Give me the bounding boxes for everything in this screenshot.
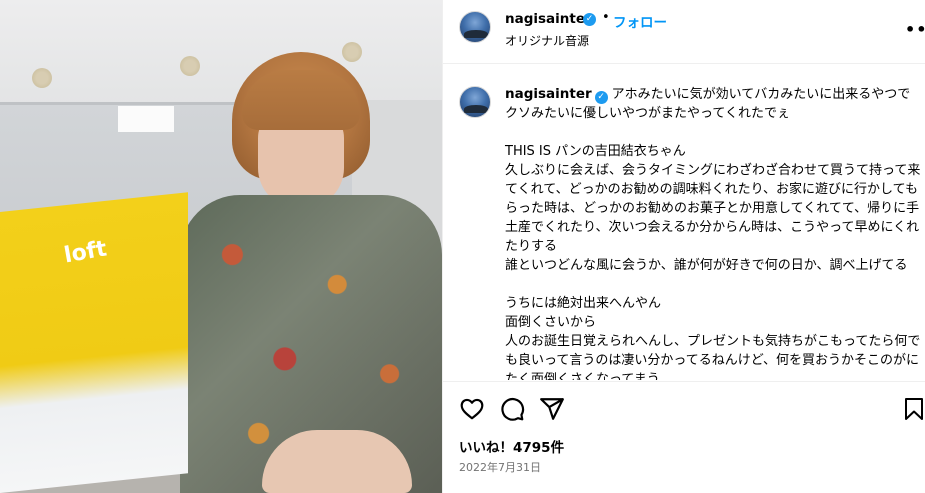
post-media[interactable]: loft [0,0,442,493]
caption-area[interactable]: nagisainter ✓ アホみたいに気が効いてバカみたいに出来るやつでクソみたい… [443,65,925,380]
comment-icon[interactable] [499,396,525,422]
post-detail-panel: nagisainter ✓ • フォロー オリジナル音源 ••• nagisai… [442,0,925,493]
action-bar: いいね！4795件 2022年7月31日 [443,381,925,493]
follow-button[interactable]: フォロー [613,11,667,31]
separator-dot: • [602,10,610,25]
caption-line: THIS IS パンの吉田結衣ちゃん [505,144,686,159]
verified-badge-icon: ✓ [594,91,608,104]
username-link[interactable]: nagisainter [505,86,592,102]
caption-line: 久しぶりに会えば、会うタイミングにわざわざ合わせて買うて持って来てくれて、どっか… [505,163,921,254]
bookmark-icon[interactable] [904,396,924,422]
caption: nagisainter ✓ アホみたいに気が効いてバカみたいに出来るやつでクソみたい… [505,85,923,380]
like-count[interactable]: いいね！4795件 [459,436,564,456]
audio-link[interactable]: オリジナル音源 [505,32,589,49]
caption-line: 人のお誕生日覚えられへんし、プレゼントも気持ちがこもってたら何でも良いって言うの… [505,334,921,380]
heart-icon[interactable] [459,396,485,422]
avatar[interactable] [459,86,491,118]
avatar[interactable] [459,11,491,43]
username-link[interactable]: nagisainter [505,11,592,27]
post-date[interactable]: 2022年7月31日 [459,459,541,475]
caption-line: nagisainter ✓ アホみたいに気が効いてバカみたいに出来るやつでクソみたい… [505,85,923,123]
caption-line: 誰といつどんな風に会うか、誰が何が好きで何の日か、調べ上げてる [505,258,908,273]
caption-line: うちには絶対出来へんやん [505,296,662,311]
share-icon[interactable] [539,396,565,422]
bangs [242,70,360,130]
post-header: nagisainter ✓ • フォロー オリジナル音源 ••• [443,0,925,64]
caption-line: 面倒くさいから [505,315,597,330]
verified-badge-icon: ✓ [583,13,596,26]
more-options-icon[interactable]: ••• [905,20,925,39]
